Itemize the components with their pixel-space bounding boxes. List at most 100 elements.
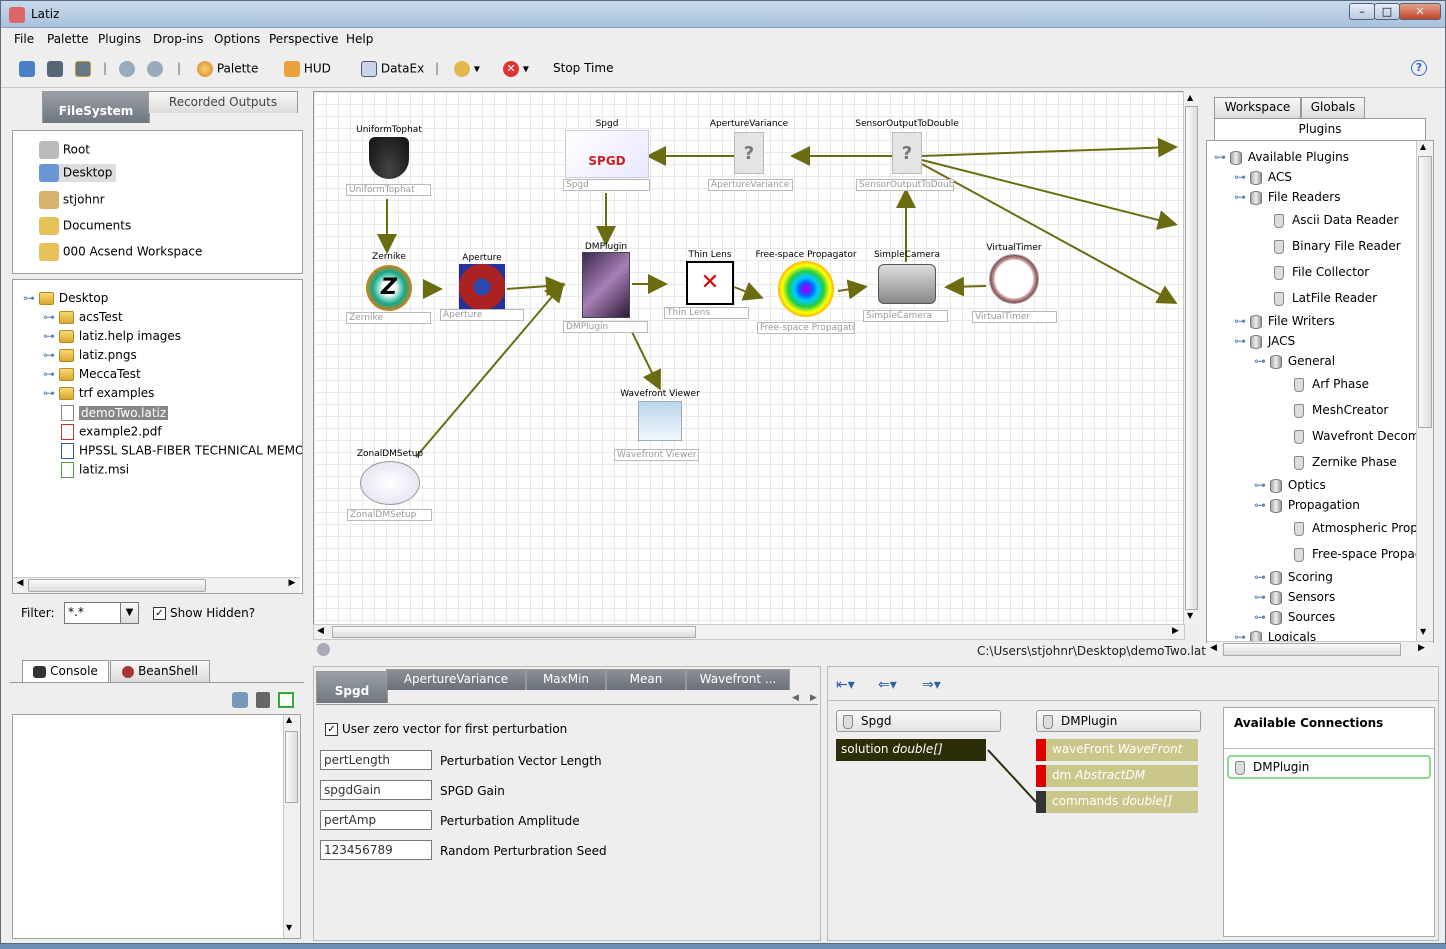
tab-maxmin[interactable]: MaxMin <box>526 669 606 690</box>
menu-options[interactable]: Options <box>214 32 260 46</box>
help-icon[interactable]: ? <box>1411 60 1427 76</box>
expand-icon[interactable]: ⊶ <box>1254 610 1270 624</box>
plugin-tree-item[interactable]: ⊶ File Writers <box>1234 314 1335 329</box>
scroll-left-icon[interactable]: ◀ <box>13 578 27 593</box>
scroll-thumb[interactable] <box>1418 156 1432 428</box>
tree-root-desktop[interactable]: ⊶ Desktop <box>23 291 108 305</box>
tab-beanshell[interactable]: BeanShell <box>110 660 210 682</box>
run-menu-icon[interactable]: ▾ <box>454 61 480 77</box>
plugin-tree-item[interactable]: Arf Phase <box>1294 377 1369 392</box>
target-plugin-header[interactable]: DMPlugin <box>1036 710 1201 732</box>
scroll-left-icon[interactable]: ◀ <box>317 626 324 636</box>
scroll-thumb[interactable] <box>332 626 696 638</box>
root-item-desktop[interactable]: Desktop <box>39 164 117 182</box>
plugin-tree-item[interactable]: Atmospheric Propa <box>1294 521 1416 536</box>
tree-item[interactable]: ⊶ MeccaTest <box>43 367 141 381</box>
tab-recorded-outputs[interactable]: Recorded Outputs <box>148 91 298 113</box>
tab-mean[interactable]: Mean <box>606 669 686 690</box>
plugin-tree-item[interactable]: Wavefront Decomp <box>1294 429 1416 444</box>
back-icon[interactable]: ⇐▾ <box>878 677 897 693</box>
spgd-gain-field[interactable]: spgdGain <box>320 780 432 800</box>
open-icon[interactable] <box>19 61 35 77</box>
maximize-icon[interactable]: □ <box>1374 3 1400 20</box>
scroll-up-icon[interactable]: ▲ <box>286 715 292 724</box>
tree-item-selected[interactable]: demoTwo.latiz <box>61 405 169 421</box>
console-output[interactable] <box>12 714 301 939</box>
expand-icon[interactable]: ⊶ <box>1254 570 1270 584</box>
plugin-tree-item[interactable]: ⊶ General <box>1254 354 1335 369</box>
scroll-down-icon[interactable]: ▼ <box>1420 627 1426 636</box>
available-connection-item[interactable]: DMPlugin <box>1227 755 1431 779</box>
minimize-icon[interactable]: – <box>1349 3 1375 20</box>
tab-filesystem[interactable]: FileSystem <box>42 91 150 123</box>
save-icon[interactable] <box>47 61 63 77</box>
first-icon[interactable]: ⇤▾ <box>836 677 855 693</box>
model-canvas[interactable]: UniformTophat UniformTophat Spgd SPGD Sp… <box>313 91 1185 625</box>
tree-item[interactable]: HPSSL SLAB-FIBER TECHNICAL MEMO <box>61 443 302 459</box>
console-vscroll[interactable]: ▲ ▼ <box>283 715 300 938</box>
plugin-tree-hscroll[interactable]: ◀ ▶ <box>1207 641 1433 657</box>
expand-icon[interactable]: ⊶ <box>1234 314 1250 328</box>
target-input-dm[interactable]: dm AbstractDM <box>1036 765 1198 787</box>
scroll-down-icon[interactable]: ▼ <box>1187 611 1193 620</box>
dataex-button[interactable]: DataEx <box>361 61 424 77</box>
tree-item[interactable]: example2.pdf <box>61 424 162 440</box>
menu-dropins[interactable]: Drop-ins <box>153 32 203 46</box>
tab-wavefront[interactable]: Wavefront ... <box>686 669 790 690</box>
plugin-tree-item[interactable]: Free-space Propag <box>1294 547 1416 562</box>
stop-menu-icon[interactable]: ✕ ▾ <box>503 61 529 77</box>
scroll-thumb[interactable] <box>285 731 298 803</box>
expand-icon[interactable]: ⊶ <box>1234 334 1250 348</box>
expand-icon[interactable]: ⊶ <box>1254 478 1270 492</box>
plugin-tree-item[interactable]: ⊶ JACS <box>1234 334 1295 349</box>
tree-item[interactable]: ⊶ trf examples <box>43 386 154 400</box>
plugin-tree-item[interactable]: ⊶ Scoring <box>1254 570 1333 585</box>
menu-help[interactable]: Help <box>346 32 373 46</box>
trash-icon[interactable] <box>256 692 270 708</box>
tab-globals[interactable]: Globals <box>1301 97 1365 118</box>
node-aperturevariance[interactable]: ApertureVariance ? <box>704 119 794 177</box>
plugin-tree-item[interactable]: MeshCreator <box>1294 403 1388 418</box>
filter-dropdown-icon[interactable]: ▼ <box>120 602 139 624</box>
source-output-solution[interactable]: solution double[] <box>836 739 986 761</box>
canvas-hscroll[interactable]: ◀ ▶ <box>313 624 1185 640</box>
plugin-tree-item[interactable]: Binary File Reader <box>1274 239 1401 254</box>
node-wavefrontviewer[interactable]: Wavefront Viewer <box>616 389 704 443</box>
menu-plugins[interactable]: Plugins <box>98 32 141 46</box>
plugin-tree-item[interactable]: ⊶ Sources <box>1254 610 1335 625</box>
tab-console[interactable]: Console <box>22 660 109 682</box>
node-simplecamera[interactable]: SimpleCamera <box>872 250 942 308</box>
canvas-vscroll[interactable]: ▲ ▼ <box>1183 91 1199 625</box>
zero-vector-checkbox[interactable]: ✓ User zero vector for first perturbation <box>325 722 567 736</box>
hud-button[interactable]: HUD <box>284 61 331 77</box>
filter-field[interactable]: *.* <box>64 602 121 624</box>
root-item-workspace[interactable]: 000 Acsend Workspace <box>39 243 202 261</box>
root-item-root[interactable]: Root <box>39 141 90 159</box>
plugin-tree-item[interactable]: ⊶ Available Plugins <box>1214 150 1349 165</box>
menu-palette[interactable]: Palette <box>47 32 89 46</box>
node-spgd[interactable]: Spgd SPGD <box>562 119 652 179</box>
menu-perspective[interactable]: Perspective <box>269 32 339 46</box>
scroll-up-icon[interactable]: ▲ <box>1187 93 1193 102</box>
plugin-tree-item[interactable]: ⊶ Propagation <box>1254 498 1360 513</box>
plugin-tree-item[interactable]: Ascii Data Reader <box>1274 213 1398 228</box>
forward-icon[interactable]: ⇒▾ <box>922 677 941 693</box>
scroll-thumb[interactable] <box>28 579 206 592</box>
tab-workspace[interactable]: Workspace <box>1214 97 1301 118</box>
scroll-thumb[interactable] <box>1185 106 1198 610</box>
node-dmplugin[interactable]: DMPlugin <box>576 242 636 318</box>
plugin-tree-item[interactable]: ⊶ ACS <box>1234 170 1292 185</box>
plugin-tree-item[interactable]: Zernike Phase <box>1294 455 1397 470</box>
scroll-up-icon[interactable]: ▲ <box>1420 142 1426 151</box>
scroll-down-icon[interactable]: ▼ <box>286 923 292 932</box>
node-sensoroutputtodouble[interactable]: SensorOutputToDouble ? <box>852 119 962 177</box>
pert-length-field[interactable]: pertLength <box>320 750 432 770</box>
tree-item[interactable]: latiz.msi <box>61 462 129 478</box>
tab-aperturevariance[interactable]: ApertureVariance <box>386 669 526 690</box>
tree-item[interactable]: ⊶ latiz.help images <box>43 329 181 343</box>
plugin-tree-item[interactable]: LatFile Reader <box>1274 291 1377 306</box>
pert-amp-field[interactable]: pertAmp <box>320 810 432 830</box>
scroll-right-icon[interactable]: ▶ <box>1418 643 1425 653</box>
node-uniformtophat[interactable]: UniformTophat <box>344 125 434 181</box>
expand-icon[interactable]: ⊶ <box>1234 170 1250 184</box>
